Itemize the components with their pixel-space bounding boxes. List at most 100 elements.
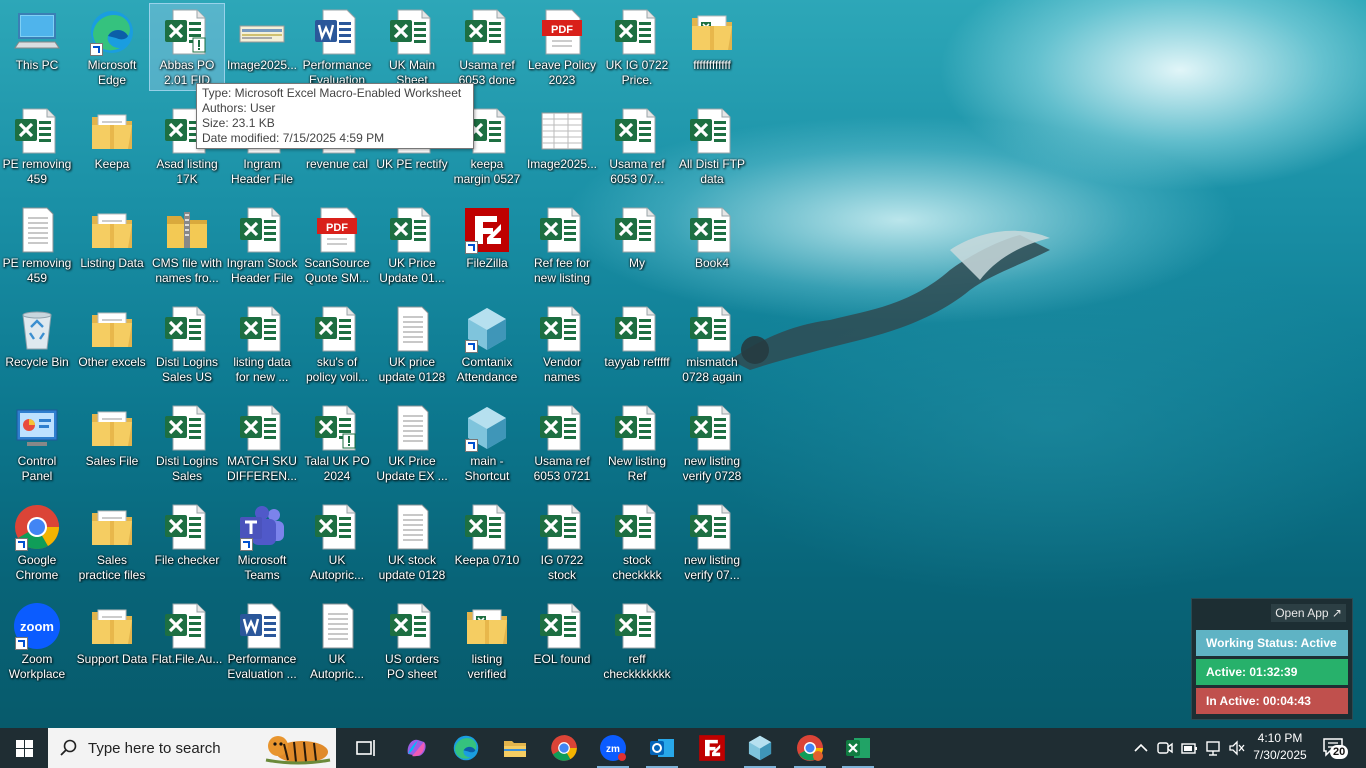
desktop-icon[interactable]: Microsoft Edge (75, 4, 149, 90)
desktop-icon-label: Disti Logins Sales (155, 454, 219, 483)
desktop-icon[interactable]: IG 0722 stock (525, 499, 599, 585)
taskbar-copilot-button[interactable] (396, 728, 436, 768)
desktop-icon[interactable]: Recycle Bin (0, 301, 74, 387)
taskbar-outlook-button[interactable] (642, 728, 682, 768)
taskbar-edge-button[interactable] (446, 728, 486, 768)
desktop-icon-label: Disti Logins Sales US (155, 355, 219, 384)
start-button[interactable] (0, 728, 48, 768)
desktop-icon[interactable]: My (600, 202, 674, 288)
taskbar-task-view-button[interactable] (346, 728, 386, 768)
tray-volume[interactable] (1228, 739, 1246, 757)
excel-icon (163, 305, 211, 353)
desktop-icon[interactable]: Usama ref 6053 done (450, 4, 524, 90)
desktop-icon[interactable]: EOL found (525, 598, 599, 684)
taskbar-file-explorer-button[interactable] (495, 728, 535, 768)
desktop-icon[interactable]: Google Chrome (0, 499, 74, 585)
desktop-icon[interactable]: MATCH SKU DIFFEREN... (225, 400, 299, 486)
desktop-icon[interactable]: Usama ref 6053 07... (600, 103, 674, 189)
desktop-icon[interactable]: New listing Ref (600, 400, 674, 486)
clock[interactable]: 4:10 PM 7/30/2025 (1252, 730, 1308, 764)
desktop-icon[interactable]: main - Shortcut (450, 400, 524, 486)
desktop-icon[interactable]: PDF Leave Policy 2023 (525, 4, 599, 90)
recycle-icon (13, 305, 61, 353)
desktop[interactable]: This PC Microsoft Edge Abbas PO 2.01 FID Im… (0, 0, 1366, 728)
desktop-icon[interactable]: FileZilla (450, 202, 524, 288)
excel-macro-icon (163, 8, 211, 56)
desktop-icon[interactable]: Microsoft Teams (225, 499, 299, 585)
desktop-icon[interactable]: Usama ref 6053 0721 (525, 400, 599, 486)
desktop-icon[interactable]: UK Autopric... (300, 499, 374, 585)
desktop-icon[interactable]: PDF ScanSource Quote SM... (300, 202, 374, 288)
desktop-icon[interactable]: UK IG 0722 Price. (600, 4, 674, 90)
desktop-icon[interactable]: Keepa (75, 103, 149, 189)
desktop-icon[interactable]: All Disti FTP data (675, 103, 749, 189)
desktop-icon[interactable]: CMS file with names fro... (150, 202, 224, 288)
desktop-icon-label: PE removing 459 (2, 157, 72, 186)
taskbar-comtanix-button[interactable] (740, 728, 780, 768)
desktop-icon[interactable]: listing verified (450, 598, 524, 684)
desktop-icon[interactable]: US orders PO sheet (375, 598, 449, 684)
tray-battery[interactable] (1180, 739, 1198, 757)
desktop-icon-label: Control Panel (17, 454, 57, 483)
desktop-icon[interactable]: This PC (0, 4, 74, 90)
desktop-icon[interactable]: Keepa 0710 (450, 499, 524, 585)
desktop-icon[interactable]: File checker (150, 499, 224, 585)
desktop-icon[interactable]: PE removing 459 (0, 202, 74, 288)
tray-network[interactable] (1204, 739, 1222, 757)
desktop-icon[interactable]: PE removing 459 (0, 103, 74, 189)
desktop-icon[interactable]: UK price update 0128 (375, 301, 449, 387)
desktop-icon[interactable]: UK stock update 0128 (375, 499, 449, 585)
control-icon (13, 404, 61, 452)
desktop-icon[interactable]: reff checkkkkkkk (600, 598, 674, 684)
excel-icon (538, 206, 586, 254)
desktop-icon[interactable]: Disti Logins Sales (150, 400, 224, 486)
open-app-button[interactable]: Open App ↗ (1271, 604, 1346, 622)
volume-muted-icon (1229, 740, 1245, 756)
desktop-icon[interactable]: zoom Zoom Workplace (0, 598, 74, 684)
tray-meet-now[interactable] (1156, 739, 1174, 757)
desktop-icon[interactable]: Vendor names (525, 301, 599, 387)
taskbar-search[interactable]: Type here to search (48, 728, 336, 768)
desktop-icon[interactable]: Other excels (75, 301, 149, 387)
desktop-icon[interactable]: Flat.File.Au... (150, 598, 224, 684)
taskbar-zoom-button[interactable]: zm (593, 728, 633, 768)
desktop-icon[interactable]: Listing Data (75, 202, 149, 288)
desktop-icon[interactable]: tayyab refffff (600, 301, 674, 387)
desktop-icon[interactable]: new listing verify 07... (675, 499, 749, 585)
desktop-icon[interactable]: Abbas PO 2.01 FID (149, 3, 225, 91)
desktop-icon[interactable]: UK Main Sheet (375, 4, 449, 90)
desktop-icon[interactable]: stock checkkkk (600, 499, 674, 585)
folder-icon (88, 107, 136, 155)
desktop-icon[interactable]: Disti Logins Sales US (150, 301, 224, 387)
desktop-icon[interactable]: Sales File (75, 400, 149, 486)
desktop-icon[interactable]: UK Price Update 01... (375, 202, 449, 288)
desktop-icon[interactable]: new listing verify 0728 (675, 400, 749, 486)
excel-icon (538, 305, 586, 353)
desktop-icon[interactable]: Comtanix Attendance (450, 301, 524, 387)
excel-icon (613, 602, 661, 650)
desktop-icon[interactable]: mismatch 0728 again (675, 301, 749, 387)
taskbar-chrome-profile-button[interactable] (790, 728, 830, 768)
taskbar-chrome-button[interactable] (544, 728, 584, 768)
desktop-icon[interactable]: Book4 (675, 202, 749, 288)
desktop-icon[interactable]: UK Autopric... (300, 598, 374, 684)
desktop-icon[interactable]: Image2025... (525, 103, 599, 189)
desktop-icon[interactable]: UK Price Update EX ... (375, 400, 449, 486)
desktop-icon-label: Flat.File.Au... (151, 652, 223, 666)
desktop-icon[interactable]: Performance Evaluation (300, 4, 374, 90)
desktop-icon[interactable]: Control Panel (0, 400, 74, 486)
desktop-icon[interactable]: Talal UK PO 2024 (300, 400, 374, 486)
desktop-icon[interactable]: listing data for new ... (225, 301, 299, 387)
desktop-icon[interactable]: Sales practice files (75, 499, 149, 585)
desktop-icon[interactable]: Ingram Stock Header File (225, 202, 299, 288)
desktop-icon[interactable]: Performance Evaluation ... (225, 598, 299, 684)
taskbar-filezilla-button[interactable] (692, 728, 732, 768)
desktop-icon[interactable]: ffffffffffff (675, 4, 749, 90)
notification-center[interactable]: 20 (1322, 737, 1350, 761)
desktop-icon[interactable]: sku's of policy voil... (300, 301, 374, 387)
desktop-icon[interactable]: Ref fee for new listing (525, 202, 599, 288)
desktop-icon[interactable]: Support Data (75, 598, 149, 684)
taskbar-excel-button[interactable] (838, 728, 878, 768)
show-hidden-icons[interactable] (1132, 739, 1150, 757)
desktop-icon[interactable]: Image2025... (225, 4, 299, 90)
